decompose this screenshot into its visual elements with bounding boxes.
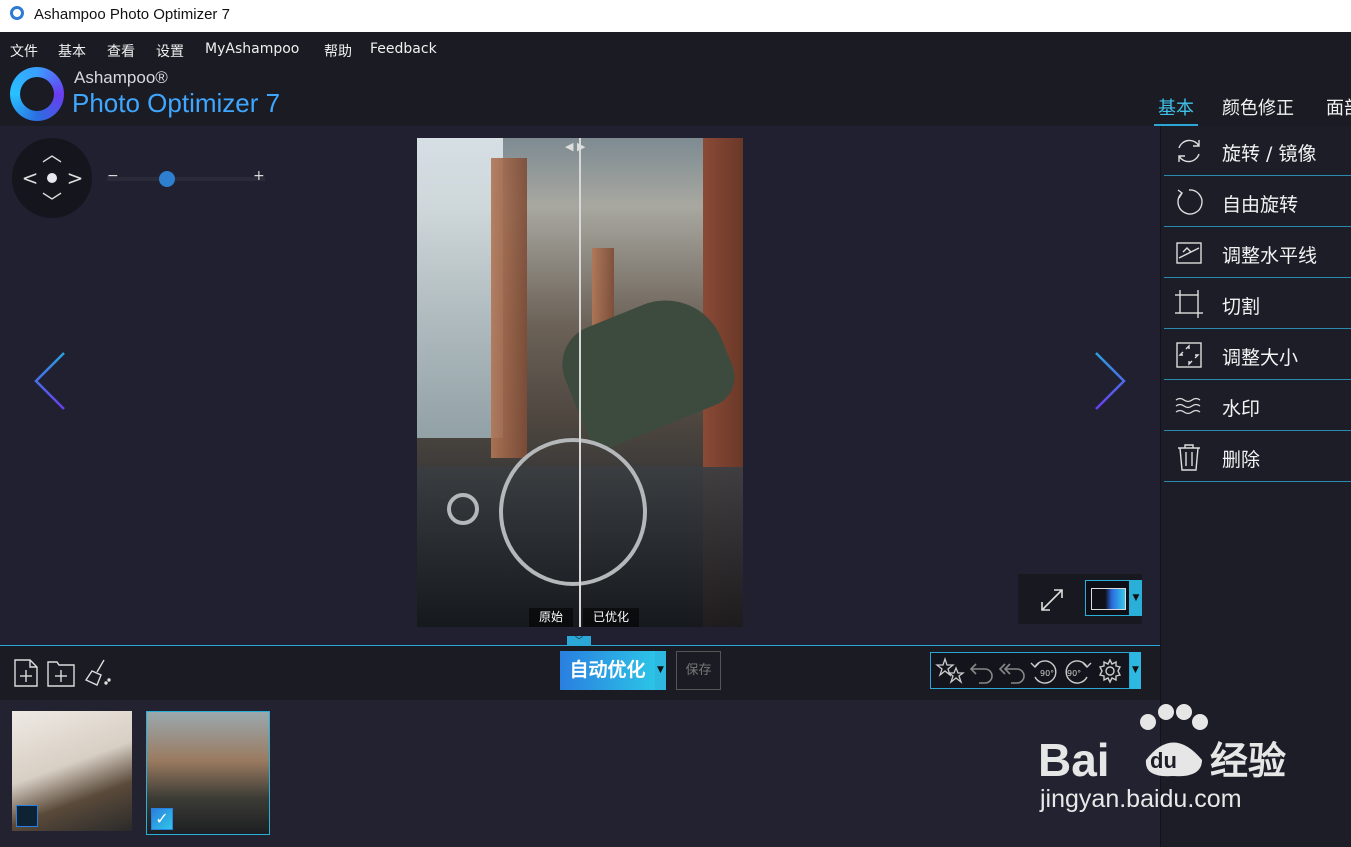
sidebar-item-rotate-mirror[interactable]: 旋转 / 镜像 (1164, 126, 1351, 176)
sidebar-item-label: 删除 (1222, 449, 1261, 471)
previous-image-icon[interactable] (30, 351, 70, 411)
undo-icon[interactable] (967, 657, 997, 685)
pan-up-icon[interactable]: ︿ (42, 144, 62, 164)
thumbnail-checkbox[interactable] (16, 805, 38, 827)
sidebar-item-label: 调整水平线 (1222, 245, 1318, 267)
svg-text:Bai: Bai (1038, 734, 1110, 786)
trash-icon (1178, 444, 1200, 471)
compare-mode-button[interactable] (1085, 580, 1130, 616)
optimized-label: 已优化 (583, 608, 640, 627)
sidebar-item-watermark[interactable]: 水印 (1164, 381, 1351, 431)
pan-left-icon[interactable]: < (20, 168, 40, 188)
fullscreen-icon[interactable] (1038, 586, 1066, 614)
photo-preview[interactable]: ◀ ▶ 原始 已优化 (417, 138, 743, 627)
rotate-mirror-icon (1178, 139, 1200, 163)
sidebar-item-label: 自由旋转 (1222, 194, 1299, 216)
collapse-panel-icon[interactable]: ﹀ (567, 636, 591, 646)
zoom-slider[interactable] (107, 177, 265, 181)
brand-name-small: Ashampoo® (74, 68, 168, 87)
split-view-icon (1091, 588, 1126, 610)
menu-file[interactable]: 文件 (10, 41, 38, 61)
logo-icon (10, 67, 64, 121)
photo-wheel (499, 438, 647, 586)
photo-pillar (491, 158, 527, 458)
filmstrip: ✓ (0, 700, 1160, 847)
original-label: 原始 (529, 608, 574, 627)
zoom-in-icon[interactable]: + (253, 168, 265, 184)
tab-basic[interactable]: 基本 (1158, 94, 1194, 120)
rotate-left-icon[interactable]: 90° (1029, 657, 1061, 685)
brand-name-product: Photo Optimizer 7 (72, 88, 281, 118)
menu-settings[interactable]: 设置 (156, 41, 184, 61)
save-button[interactable]: 保存 (676, 651, 721, 690)
rotate-right-icon[interactable]: 90° (1061, 657, 1093, 685)
auto-optimize-dropdown-icon[interactable]: ▼ (655, 651, 666, 690)
view-controls: ▼ (1018, 574, 1142, 624)
app-header: Ashampoo® Photo Optimizer 7 基本 颜色修正 面部 (0, 64, 1351, 126)
menu-myashampoo[interactable]: MyAshampoo (205, 41, 299, 57)
sidebar-item-horizon[interactable]: 调整水平线 (1164, 228, 1351, 278)
title-bar: Ashampoo Photo Optimizer 7 (0, 0, 1351, 32)
sidebar-item-resize[interactable]: 调整大小 (1164, 330, 1351, 380)
window-title: Ashampoo Photo Optimizer 7 (34, 6, 230, 23)
undo-all-icon[interactable] (997, 657, 1027, 685)
pan-center-icon[interactable] (47, 173, 57, 183)
resize-icon (1176, 342, 1202, 368)
zoom-out-icon[interactable]: − (107, 168, 119, 184)
svg-text:经验: 经验 (1210, 739, 1286, 783)
compare-split-line[interactable] (579, 138, 581, 627)
baidu-watermark-url: jingyan.baidu.com (1040, 785, 1242, 813)
sidebar-item-free-rotate[interactable]: 自由旋转 (1164, 177, 1351, 227)
thumbnail-selected[interactable]: ✓ (146, 711, 270, 835)
gear-icon[interactable] (1095, 657, 1125, 685)
crop-icon (1175, 290, 1203, 318)
menu-feedback[interactable]: Feedback (370, 41, 437, 57)
split-handle-icon[interactable]: ◀ ▶ (565, 140, 585, 153)
svg-text:du: du (1150, 748, 1177, 773)
thumbnail[interactable] (12, 711, 132, 831)
next-image-icon[interactable] (1090, 351, 1130, 411)
add-folder-icon[interactable] (46, 658, 76, 688)
photo-wheel (447, 493, 479, 525)
sidebar-item-label: 水印 (1222, 398, 1261, 420)
menu-help[interactable]: 帮助 (324, 41, 352, 61)
bottom-toolbar: 自动优化 ▼ 保存 90° 90° ▼ (0, 646, 1160, 700)
sidebar-item-label: 切割 (1222, 296, 1261, 318)
tab-face[interactable]: 面部 (1326, 94, 1351, 120)
menu-view[interactable]: 查看 (107, 41, 135, 61)
menu-bar: 文件 基本 查看 设置 MyAshampoo 帮助 Feedback (0, 32, 1351, 64)
edit-actions-group: 90° 90° (930, 652, 1130, 689)
app-icon (10, 6, 24, 20)
sidebar-item-label: 旋转 / 镜像 (1222, 143, 1317, 165)
free-rotate-icon (1177, 189, 1203, 215)
magic-stars-icon[interactable] (935, 657, 965, 685)
rotate-right-label: 90° (1067, 669, 1081, 678)
watermark-icon (1175, 397, 1201, 415)
sidebar-item-delete[interactable]: 删除 (1164, 432, 1351, 482)
menu-basic[interactable]: 基本 (58, 41, 86, 61)
image-canvas: ︿ ﹀ < > − + ◀ ▶ 原始 已优化 ▼ (0, 126, 1160, 646)
auto-optimize-button[interactable]: 自动优化 (560, 651, 655, 690)
edit-actions-dropdown-icon[interactable]: ▼ (1130, 652, 1141, 689)
horizon-icon (1176, 242, 1202, 264)
rotate-left-label: 90° (1040, 669, 1054, 678)
clear-list-icon[interactable] (84, 658, 112, 688)
pan-down-icon[interactable]: ﹀ (42, 192, 62, 212)
pan-right-icon[interactable]: > (65, 168, 85, 188)
compare-mode-dropdown-icon[interactable]: ▼ (1130, 580, 1142, 616)
thumbnail-checkbox-checked[interactable]: ✓ (151, 808, 173, 830)
pan-navigator[interactable]: ︿ ﹀ < > (12, 138, 92, 218)
add-file-icon[interactable] (12, 658, 40, 688)
sidebar-item-label: 调整大小 (1222, 347, 1299, 369)
sidebar-item-crop[interactable]: 切割 (1164, 279, 1351, 329)
tab-color-correction[interactable]: 颜色修正 (1222, 94, 1294, 120)
zoom-slider-handle[interactable] (159, 171, 175, 187)
